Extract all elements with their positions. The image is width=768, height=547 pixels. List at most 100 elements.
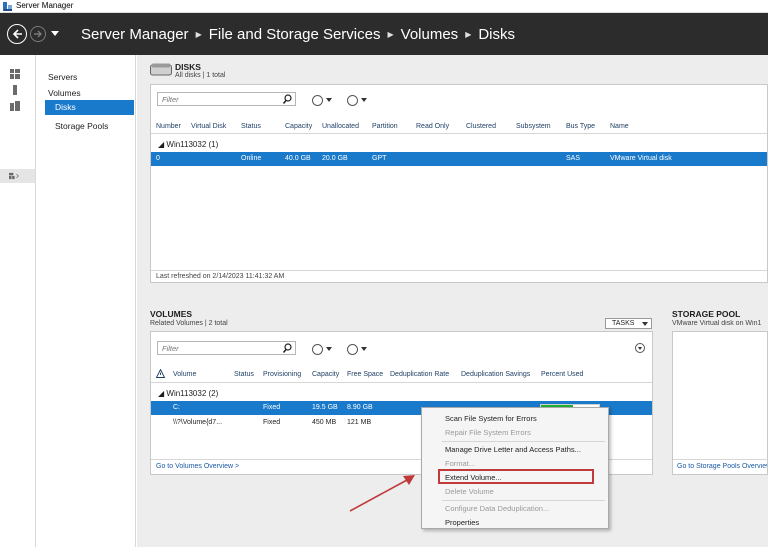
all-servers-icon[interactable] — [10, 101, 20, 111]
menu-item-scan-file-system[interactable]: Scan File System for Errors — [445, 414, 537, 423]
cell-volume: \\?\Volume{d7... — [173, 419, 223, 426]
tasks-dropdown[interactable]: TASKS — [605, 318, 652, 329]
menu-separator — [442, 500, 605, 501]
volumes-filter-input[interactable]: Filter — [157, 341, 296, 355]
disks-save-query-button[interactable] — [347, 94, 367, 106]
volume-context-menu: Scan File System for Errors Repair File … — [421, 407, 609, 529]
cell-status: Online — [241, 155, 262, 162]
dashboard-icon[interactable] — [10, 69, 20, 79]
tasks-label: TASKS — [612, 320, 635, 327]
table-row[interactable]: 0 Online 40.0 GB 20.0 GB GPT SAS VMware … — [151, 152, 767, 166]
menu-item-properties[interactable]: Properties — [445, 518, 479, 527]
volumes-save-query-button[interactable] — [347, 343, 367, 355]
col-unallocated[interactable]: Unallocated — [322, 123, 359, 130]
col-read-only[interactable]: Read Only — [416, 123, 449, 130]
chevron-down-icon — [361, 98, 367, 102]
breadcrumb-disks[interactable]: Disks — [478, 26, 515, 43]
col-bus-type[interactable]: Bus Type — [566, 123, 595, 130]
cell-unallocated: 20.0 GB — [322, 155, 348, 162]
nav-item-disks[interactable]: Disks — [45, 100, 134, 115]
list-options-icon — [312, 94, 323, 106]
storage-pool-subtitle: VMware Virtual disk on Win1 — [672, 320, 762, 327]
history-dropdown-icon[interactable] — [51, 31, 59, 36]
go-to-volumes-overview-link[interactable]: Go to Volumes Overview > — [156, 463, 239, 470]
menu-item-repair-file-system: Repair File System Errors — [445, 428, 531, 437]
menu-item-format: Format... — [445, 459, 476, 468]
col-capacity[interactable]: Capacity — [285, 123, 312, 130]
volumes-group-header[interactable]: ◢ Win113032 (2) — [158, 389, 218, 398]
cell-free-space: 8.90 GB — [347, 404, 373, 411]
footer-divider — [673, 459, 768, 460]
disks-filter-input[interactable]: Filter — [157, 92, 296, 106]
col-dedup-savings[interactable]: Deduplication Savings — [461, 371, 530, 378]
col-status[interactable]: Status — [234, 371, 254, 378]
file-storage-services-icon[interactable] — [9, 171, 19, 181]
cell-capacity: 19.5 GB — [312, 404, 338, 411]
footer-divider — [151, 270, 767, 271]
col-number[interactable]: Number — [156, 123, 181, 130]
breadcrumb-volumes[interactable]: Volumes — [401, 26, 459, 43]
expand-collapse-icon[interactable] — [635, 343, 645, 353]
volumes-title: VOLUMES — [150, 309, 193, 319]
disks-group-header[interactable]: ◢ Win113032 (1) — [158, 140, 218, 149]
navigation-pane: Servers Volumes Disks Storage Pools — [36, 55, 136, 547]
disks-filter-placeholder: Filter — [162, 95, 179, 104]
go-to-storage-pools-overview-link[interactable]: Go to Storage Pools Overview > — [677, 463, 767, 470]
breadcrumb-server-manager[interactable]: Server Manager — [81, 26, 189, 43]
col-dedup-rate[interactable]: Deduplication Rate — [390, 371, 449, 378]
expand-triangle-icon: ◢ — [158, 389, 165, 398]
col-name[interactable]: Name — [610, 123, 629, 130]
menu-item-manage-drive-letter[interactable]: Manage Drive Letter and Access Paths... — [445, 445, 581, 454]
disks-panel: Filter Number Virtual Disk Status Capaci… — [150, 84, 768, 283]
window-title: Server Manager — [16, 1, 74, 10]
volumes-subtitle: Related Volumes | 2 total — [150, 320, 228, 327]
header-divider — [151, 382, 652, 383]
cell-volume: C: — [173, 404, 180, 411]
menu-item-configure-dedup: Configure Data Deduplication... — [445, 504, 550, 513]
disk-drive-icon — [150, 63, 172, 76]
save-query-icon — [347, 94, 358, 106]
disks-group-label: Win113032 (1) — [166, 140, 219, 149]
col-subsystem[interactable]: Subsystem — [516, 123, 551, 130]
breadcrumb-separator-icon: ▶ — [465, 29, 472, 39]
nav-item-storage-pools[interactable]: Storage Pools — [55, 121, 108, 131]
forward-button[interactable] — [30, 26, 46, 42]
extend-volume-highlight — [438, 469, 594, 484]
back-button[interactable] — [7, 24, 27, 44]
volumes-group-label: Win113032 (2) — [166, 389, 219, 398]
breadcrumb: Server Manager ▶ File and Storage Servic… — [81, 25, 515, 43]
search-icon[interactable] — [283, 343, 292, 353]
col-provisioning[interactable]: Provisioning — [263, 371, 301, 378]
header-divider — [151, 133, 767, 134]
col-percent-used[interactable]: Percent Used — [541, 371, 583, 378]
storage-pool-panel: Go to Storage Pools Overview > — [672, 331, 768, 475]
col-virtual-disk[interactable]: Virtual Disk — [191, 123, 226, 130]
search-icon[interactable] — [283, 94, 292, 104]
disks-list-options-button[interactable] — [312, 94, 332, 106]
cell-provisioning: Fixed — [263, 404, 281, 411]
col-capacity[interactable]: Capacity — [312, 371, 339, 378]
chevron-down-icon — [638, 347, 642, 350]
save-query-icon — [347, 343, 358, 355]
list-options-icon — [312, 343, 323, 355]
cell-name: VMware Virtual disk — [610, 155, 672, 162]
nav-item-volumes[interactable]: Volumes — [48, 88, 81, 98]
disks-subtitle: All disks | 1 total — [175, 72, 226, 79]
local-server-icon[interactable] — [10, 85, 20, 95]
col-status[interactable]: Status — [241, 123, 261, 130]
cell-bus-type: SAS — [566, 155, 581, 162]
breadcrumb-header: Server Manager ▶ File and Storage Servic… — [0, 13, 768, 55]
nav-item-servers[interactable]: Servers — [48, 72, 77, 82]
cell-capacity: 450 MB — [312, 419, 337, 426]
breadcrumb-file-storage[interactable]: File and Storage Services — [209, 26, 381, 43]
arrow-left-icon — [12, 29, 22, 39]
col-clustered[interactable]: Clustered — [466, 123, 496, 130]
col-free-space[interactable]: Free Space — [347, 371, 383, 378]
volumes-list-options-button[interactable] — [312, 343, 332, 355]
arrow-right-icon — [34, 30, 42, 38]
chevron-down-icon — [326, 98, 332, 102]
breadcrumb-separator-icon: ▶ — [387, 29, 394, 39]
col-partition[interactable]: Partition — [372, 123, 398, 130]
storage-pool-title: STORAGE POOL — [672, 309, 741, 319]
col-volume[interactable]: Volume — [173, 371, 196, 378]
